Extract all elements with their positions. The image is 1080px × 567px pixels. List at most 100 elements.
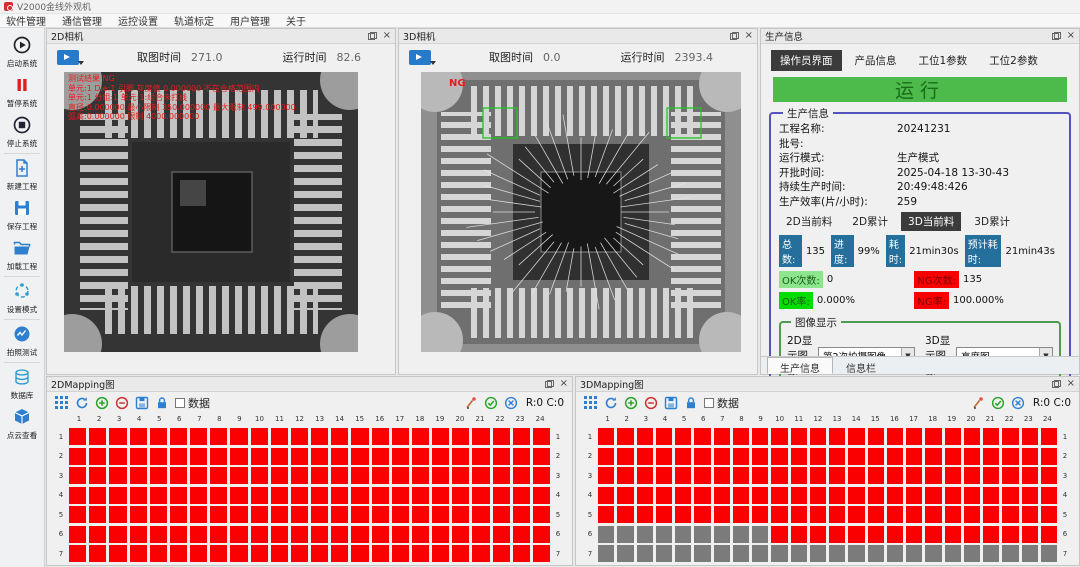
die-cell[interactable] [1041, 487, 1057, 504]
die-cell[interactable] [513, 428, 530, 445]
die-cell[interactable] [372, 428, 389, 445]
die-cell[interactable] [675, 448, 691, 465]
die-cell[interactable] [109, 428, 126, 445]
refresh-icon[interactable] [75, 396, 89, 410]
die-cell[interactable] [432, 506, 449, 523]
die-cell[interactable] [190, 467, 207, 484]
die-cell[interactable] [89, 467, 106, 484]
die-cell[interactable] [69, 526, 86, 543]
die-cell[interactable] [291, 448, 308, 465]
die-cell[interactable] [392, 545, 409, 562]
die-cell[interactable] [1041, 545, 1057, 562]
die-cell[interactable] [1002, 526, 1018, 543]
save-image-icon[interactable] [664, 396, 678, 410]
die-cell[interactable] [513, 545, 530, 562]
die-cell[interactable] [810, 428, 826, 445]
die-cell[interactable] [130, 506, 147, 523]
die-cell[interactable] [675, 487, 691, 504]
die-cell[interactable] [291, 526, 308, 543]
die-cell[interactable] [810, 545, 826, 562]
die-cell[interactable] [887, 545, 903, 562]
die-cell[interactable] [1022, 467, 1038, 484]
zoom-out-icon[interactable] [644, 396, 658, 410]
die-cell[interactable] [1002, 448, 1018, 465]
sidebar-item-pointcloud[interactable]: 点云查看 [0, 404, 44, 444]
die-cell[interactable] [230, 487, 247, 504]
die-cell[interactable] [230, 467, 247, 484]
die-cell[interactable] [637, 448, 653, 465]
die-cell[interactable] [1022, 448, 1038, 465]
die-cell[interactable] [89, 526, 106, 543]
die-cell[interactable] [637, 506, 653, 523]
die-cell[interactable] [887, 487, 903, 504]
die-cell[interactable] [1022, 487, 1038, 504]
die-cell[interactable] [331, 448, 348, 465]
sidebar-item-database[interactable]: 数据库 [0, 364, 44, 404]
die-cell[interactable] [150, 506, 167, 523]
die-cell[interactable] [733, 428, 749, 445]
die-cell[interactable] [271, 428, 288, 445]
die-cell[interactable] [637, 428, 653, 445]
die-cell[interactable] [868, 467, 884, 484]
die-cell[interactable] [251, 428, 268, 445]
die-cell[interactable] [331, 545, 348, 562]
die-cell[interactable] [887, 467, 903, 484]
die-cell[interactable] [656, 506, 672, 523]
die-cell[interactable] [964, 545, 980, 562]
die-cell[interactable] [271, 467, 288, 484]
die-cell[interactable] [130, 467, 147, 484]
die-cell[interactable] [271, 506, 288, 523]
die-cell[interactable] [848, 448, 864, 465]
data-checkbox[interactable] [704, 398, 714, 408]
die-cell[interactable] [291, 545, 308, 562]
die-cell[interactable] [89, 448, 106, 465]
die-cell[interactable] [130, 428, 147, 445]
die-cell[interactable] [472, 545, 489, 562]
die-cell[interactable] [598, 448, 614, 465]
die-cell[interactable] [251, 506, 268, 523]
die-cell[interactable] [513, 487, 530, 504]
die-cell[interactable] [848, 506, 864, 523]
die-cell[interactable] [150, 467, 167, 484]
die-cell[interactable] [271, 545, 288, 562]
die-cell[interactable] [868, 487, 884, 504]
die-cell[interactable] [533, 506, 550, 523]
die-cell[interactable] [752, 487, 768, 504]
die-cell[interactable] [617, 428, 633, 445]
die-cell[interactable] [1041, 467, 1057, 484]
die-cell[interactable] [493, 545, 510, 562]
die-cell[interactable] [964, 428, 980, 445]
die-cell[interactable] [598, 526, 614, 543]
die-cell[interactable] [694, 428, 710, 445]
die-cell[interactable] [887, 506, 903, 523]
die-cell[interactable] [906, 506, 922, 523]
die-cell[interactable] [906, 467, 922, 484]
die-cell[interactable] [452, 428, 469, 445]
die-cell[interactable] [771, 545, 787, 562]
die-cell[interactable] [109, 545, 126, 562]
close-button[interactable]: × [1067, 31, 1075, 41]
die-cell[interactable] [752, 428, 768, 445]
menu-item-3[interactable]: 轨道标定 [174, 13, 214, 28]
die-cell[interactable] [983, 467, 999, 484]
die-cell[interactable] [637, 545, 653, 562]
die-cell[interactable] [331, 467, 348, 484]
die-cell[interactable] [1022, 545, 1038, 562]
camera-image-3d[interactable]: NG [421, 72, 741, 352]
die-cell[interactable] [964, 506, 980, 523]
die-cell[interactable] [733, 487, 749, 504]
die-cell[interactable] [752, 448, 768, 465]
die-cell[interactable] [848, 526, 864, 543]
stat-tab-1[interactable]: 2D累计 [845, 212, 895, 231]
die-cell[interactable] [887, 448, 903, 465]
die-cell[interactable] [452, 467, 469, 484]
die-cell[interactable] [331, 428, 348, 445]
die-cell[interactable] [513, 526, 530, 543]
die-cell[interactable] [311, 545, 328, 562]
die-cell[interactable] [1041, 506, 1057, 523]
tab-2[interactable]: 工位1参数 [910, 50, 977, 71]
die-cell[interactable] [210, 467, 227, 484]
die-cell[interactable] [351, 545, 368, 562]
die-cell[interactable] [983, 487, 999, 504]
die-cell[interactable] [598, 428, 614, 445]
